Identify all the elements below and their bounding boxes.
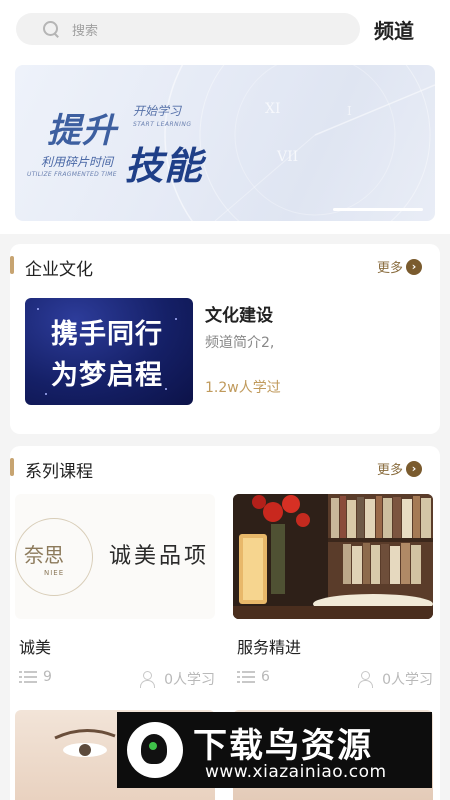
niee-logo: 奈思 NIEE [15, 518, 93, 596]
svg-text:VII: VII [276, 149, 298, 165]
lesson-count: 9 [19, 669, 52, 685]
culture-section: 企业文化 更多 › 携手同行 为梦启程 文化建设 频道简介2, 1.2w人学过 [10, 244, 440, 434]
course-learners-value: 0人学习 [382, 672, 433, 688]
culture-title: 企业文化 [25, 260, 93, 280]
list-icon [237, 670, 255, 684]
top-bar: 搜索 频道 [0, 0, 450, 60]
banner-sub-cn: 开始学习 [133, 104, 182, 118]
list-icon [19, 670, 37, 684]
culture-image-line1: 携手同行 [51, 319, 163, 350]
course-card[interactable]: 奈思 NIEE 诚美品项 诚美 9 0人学习 [15, 494, 215, 688]
banner-title-main: 提升 [47, 111, 117, 151]
course-image: 奈思 NIEE 诚美品项 [15, 494, 215, 619]
niee-logo-en: NIEE [44, 569, 65, 577]
more-label: 更多 [376, 261, 403, 276]
channel-button[interactable]: 频道 [374, 15, 414, 44]
watermark-title: 下载鸟资源 [193, 726, 373, 766]
banner-tagline-cn: 利用碎片时间 [41, 155, 114, 169]
course-name: 服务精进 [237, 638, 302, 657]
courses-more-button[interactable]: 更多 › [377, 459, 422, 478]
search-icon [42, 20, 60, 38]
banner-title-skill: 技能 [125, 144, 204, 188]
courses-title: 系列课程 [25, 462, 93, 482]
more-label: 更多 [376, 463, 403, 478]
course-learners: 0人学习 [358, 669, 433, 689]
star-dot [175, 318, 177, 320]
watermark-overlay: 下载鸟资源 www.xiazainiao.com [117, 712, 432, 788]
banner-tagline-en: UTILIZE FRAGMENTED TIME [27, 171, 117, 178]
search-placeholder: 搜索 [72, 23, 99, 39]
courses-header: 系列课程 更多 › [10, 446, 440, 490]
course-image [233, 494, 433, 619]
course-name: 诚美 [19, 638, 52, 657]
banner-carousel[interactable]: XI VII I 提升 开始学习 START LEARNING 利用碎片时间 U… [15, 65, 435, 221]
svg-text:I: I [347, 104, 352, 118]
course-card[interactable]: 服务精进 6 0人学习 [233, 494, 433, 688]
star-dot [45, 393, 47, 395]
culture-more-button[interactable]: 更多 › [377, 257, 422, 276]
chevron-right-icon: › [406, 460, 422, 477]
watermark-url: www.xiazainiao.com [205, 762, 387, 782]
chevron-right-icon: › [406, 258, 422, 275]
bird-logo-icon [127, 722, 183, 778]
svg-text:XI: XI [265, 101, 281, 117]
niee-logo-cn: 奈思 [24, 543, 64, 567]
lesson-count-value: 9 [43, 669, 52, 685]
lesson-count: 6 [237, 669, 270, 685]
course-meta: 9 0人学习 [15, 669, 215, 689]
section-accent-bar [10, 458, 14, 476]
course-meta: 6 0人学习 [233, 669, 433, 689]
star-dot [165, 388, 167, 390]
lesson-count-value: 6 [261, 669, 270, 685]
culture-item-image[interactable]: 携手同行 为梦启程 [25, 298, 193, 405]
course-learners-value: 0人学习 [164, 672, 215, 688]
star-dot [37, 308, 39, 310]
section-accent-bar [10, 256, 14, 274]
banner-section: XI VII I 提升 开始学习 START LEARNING 利用碎片时间 U… [0, 58, 450, 234]
user-icon [140, 671, 158, 688]
culture-item-description: 频道简介2, [205, 335, 275, 351]
culture-item-title[interactable]: 文化建设 [205, 301, 273, 326]
course-image-text: 诚美品项 [109, 544, 210, 569]
banner-indicator [333, 208, 423, 211]
culture-header: 企业文化 更多 › [10, 244, 440, 288]
culture-item-learners: 1.2w人学过 [205, 380, 281, 396]
user-icon [358, 671, 376, 688]
banner-sub-en: START LEARNING [133, 121, 192, 128]
culture-image-line2: 为梦启程 [51, 360, 163, 391]
search-input[interactable]: 搜索 [16, 13, 360, 45]
bookshelf-lamp-photo [233, 494, 433, 619]
course-learners: 0人学习 [140, 669, 215, 689]
